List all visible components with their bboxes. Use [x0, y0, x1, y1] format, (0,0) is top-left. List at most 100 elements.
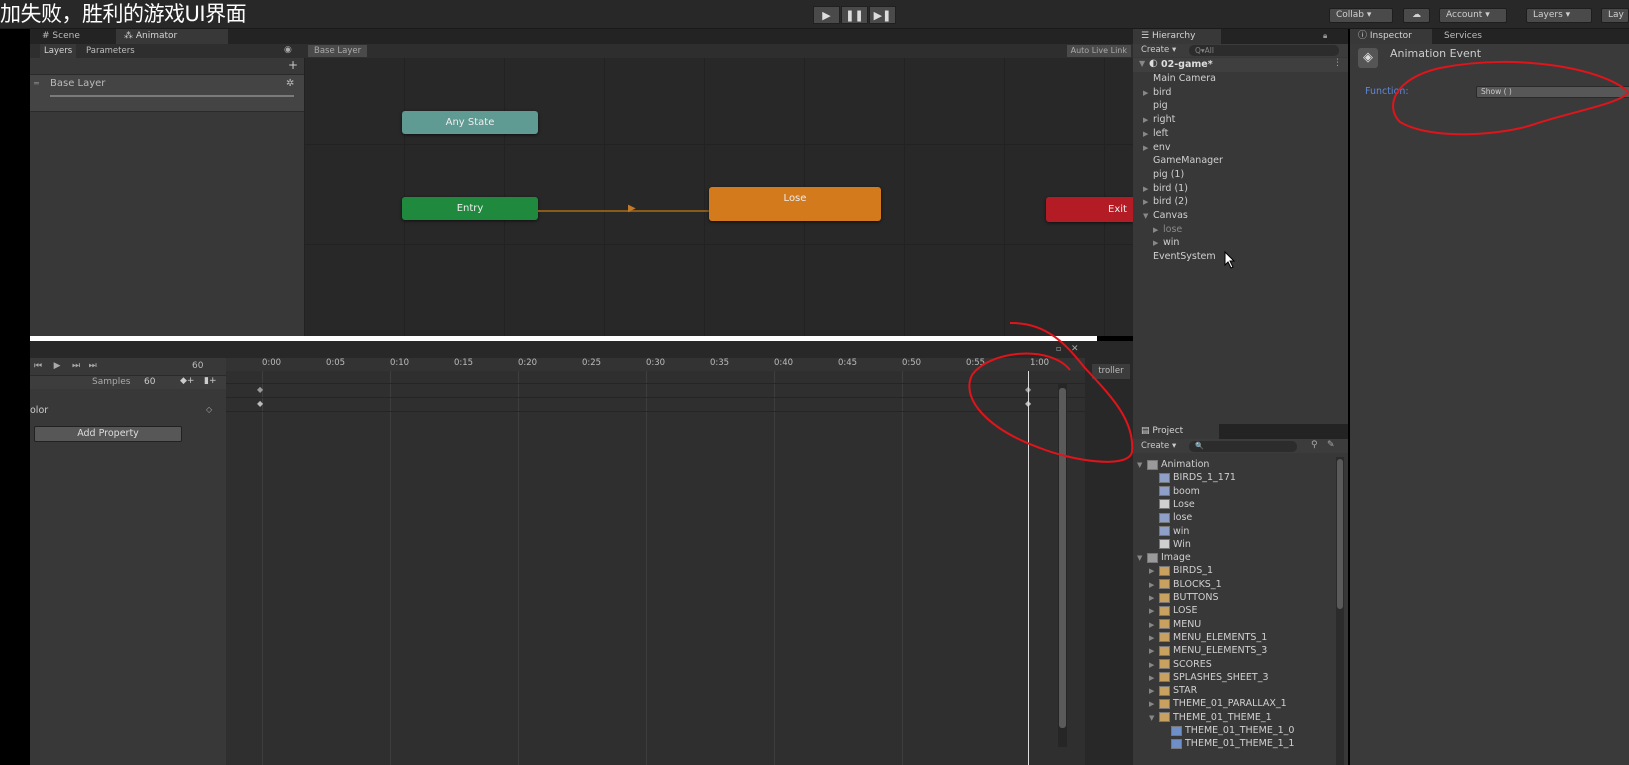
hierarchy-item[interactable]: ▶ lose	[1133, 223, 1333, 236]
expand-arrow-icon[interactable]: ▶	[1149, 565, 1159, 578]
breadcrumb[interactable]: Base Layer	[308, 45, 368, 57]
next-frame-icon[interactable]: ⏭	[72, 361, 80, 371]
layout-dropdown[interactable]: Lay	[1601, 8, 1629, 23]
project-item[interactable]: ▶ MENU_ELEMENTS_3	[1133, 644, 1267, 657]
expand-arrow-icon[interactable]: ▶	[1149, 645, 1159, 658]
state-exit[interactable]: Exit	[1046, 197, 1133, 222]
playhead-line[interactable]	[1028, 371, 1029, 765]
tab-animator[interactable]: ⁂ Animator	[116, 29, 228, 44]
create-dropdown[interactable]: Create ▾	[1141, 441, 1176, 451]
expand-arrow-icon[interactable]: ▶	[1153, 224, 1163, 237]
expand-arrow-icon[interactable]: ▶	[1149, 579, 1159, 592]
eye-icon[interactable]: ◉	[284, 45, 292, 55]
hierarchy-item[interactable]: ▶ left	[1133, 127, 1333, 140]
expand-arrow-icon[interactable]: ▶	[1149, 592, 1159, 605]
expand-arrow-icon[interactable]: ▼	[1137, 552, 1147, 565]
project-item[interactable]: ▶ BIRDS_1	[1133, 564, 1213, 577]
hierarchy-item[interactable]: ▶ right	[1133, 113, 1333, 126]
keyframe-icon[interactable]: ◆	[257, 385, 263, 394]
tab-controller[interactable]: troller	[1092, 364, 1130, 379]
search-input[interactable]: Q▾All	[1189, 45, 1339, 56]
tab-project[interactable]: ▤ Project	[1133, 424, 1219, 439]
layer-row[interactable]: ═ Base Layer ✲	[30, 74, 304, 112]
project-item[interactable]: ▶ SPLASHES_SHEET_3	[1133, 671, 1269, 684]
filter-icon[interactable]: ⚲	[1311, 440, 1318, 450]
tab-scene[interactable]: # Scene	[34, 29, 88, 44]
scene-row[interactable]: ▼ ◐ 02-game* ⋮	[1133, 58, 1348, 72]
project-search-input[interactable]: 🔍	[1189, 441, 1297, 452]
project-item[interactable]: ▶ LOSE	[1133, 604, 1197, 617]
expand-arrow-icon[interactable]: ▶	[1143, 114, 1153, 127]
project-item[interactable]: lose	[1133, 511, 1192, 524]
project-item[interactable]: ▼ Animation	[1133, 458, 1209, 471]
project-item[interactable]: BIRDS_1_171	[1133, 471, 1236, 484]
project-item[interactable]: win	[1133, 525, 1189, 538]
state-any-state[interactable]: Any State	[402, 111, 538, 134]
function-dropdown[interactable]: Show ( )	[1476, 86, 1629, 98]
state-entry[interactable]: Entry	[402, 197, 538, 220]
project-item[interactable]: Lose	[1133, 498, 1195, 511]
scrollbar-thumb[interactable]	[1059, 388, 1066, 728]
add-event-icon[interactable]: ▮+	[204, 376, 217, 386]
play-icon[interactable]: ▶	[54, 361, 61, 371]
expand-arrow-icon[interactable]: ▼	[1139, 59, 1145, 68]
collab-dropdown[interactable]: Collab ▾	[1329, 8, 1393, 23]
project-item[interactable]: ▶ BUTTONS	[1133, 591, 1219, 604]
pause-button[interactable]: ❚❚	[841, 6, 868, 24]
vertical-scrollbar[interactable]	[1058, 384, 1067, 747]
hierarchy-item[interactable]: GameManager	[1133, 154, 1333, 167]
hierarchy-item[interactable]: pig	[1133, 99, 1333, 112]
drag-handle-icon[interactable]: ═	[34, 79, 39, 88]
last-frame-icon[interactable]: ⏭	[89, 361, 97, 371]
animator-graph[interactable]: Base Layer Auto Live Link Any State Entr…	[304, 44, 1133, 336]
scrollbar-thumb[interactable]	[1337, 459, 1343, 609]
expand-arrow-icon[interactable]: ▶	[1153, 237, 1163, 250]
project-item[interactable]: ▶ MENU_ELEMENTS_1	[1133, 631, 1267, 644]
state-lose[interactable]: Lose	[709, 187, 881, 221]
expand-arrow-icon[interactable]: ▶	[1143, 196, 1153, 209]
project-item[interactable]: Win	[1133, 538, 1191, 551]
play-button[interactable]: ▶	[813, 6, 840, 24]
expand-arrow-icon[interactable]: ▼	[1149, 712, 1159, 725]
hierarchy-item[interactable]: Main Camera	[1133, 72, 1333, 85]
lock-icon[interactable]: 🔒︎	[1323, 31, 1327, 41]
project-item[interactable]: ▶ THEME_01_PARALLAX_1	[1133, 697, 1287, 710]
layer-weight-slider[interactable]	[50, 95, 294, 97]
hierarchy-item[interactable]: ▶ bird (1)	[1133, 182, 1333, 195]
hierarchy-item[interactable]: ▶ bird (2)	[1133, 195, 1333, 208]
first-frame-icon[interactable]: ⏮	[34, 361, 42, 371]
hierarchy-item[interactable]: ▼ Canvas	[1133, 209, 1333, 222]
keyframe-icon[interactable]: ◆	[257, 399, 263, 408]
layers-dropdown[interactable]: Layers ▾	[1526, 8, 1592, 23]
add-keyframe-icon[interactable]: ◆+	[180, 376, 194, 386]
create-dropdown[interactable]: Create ▾	[1141, 45, 1176, 55]
maximize-icon[interactable]: ▫	[1056, 344, 1061, 353]
expand-arrow-icon[interactable]: ▶	[1149, 605, 1159, 618]
project-item[interactable]: ▶ SCORES	[1133, 658, 1212, 671]
frame-field[interactable]: 60	[192, 361, 203, 371]
tab-services[interactable]: Services	[1436, 29, 1490, 44]
step-button[interactable]: ▶❚	[869, 6, 896, 24]
close-icon[interactable]: ✕	[1071, 344, 1079, 354]
hierarchy-item[interactable]: ▶ bird	[1133, 86, 1333, 99]
dopesheet[interactable]: 0:00 0:05 0:10 0:15 0:20 0:25 0:30 0:35 …	[226, 344, 1085, 765]
expand-arrow-icon[interactable]: ▶	[1149, 698, 1159, 711]
gear-icon[interactable]: ✲	[286, 78, 294, 89]
project-item[interactable]: ▶ MENU	[1133, 618, 1201, 631]
tab-layers[interactable]: Layers	[40, 44, 77, 58]
keyframe-diamond-icon[interactable]: ◇	[206, 405, 212, 414]
project-item[interactable]: THEME_01_THEME_1_1	[1133, 737, 1294, 750]
expand-arrow-icon[interactable]: ▶	[1149, 672, 1159, 685]
expand-arrow-icon[interactable]: ▶	[1143, 142, 1153, 155]
project-item[interactable]: ▶ STAR	[1133, 684, 1197, 697]
cloud-button[interactable]: ☁	[1403, 8, 1430, 23]
hierarchy-item[interactable]: ▶ env	[1133, 141, 1333, 154]
project-scrollbar[interactable]	[1336, 457, 1344, 765]
samples-input[interactable]: 60	[144, 377, 155, 387]
tab-inspector[interactable]: ⓘ Inspector	[1350, 29, 1432, 44]
label-icon[interactable]: ✎	[1327, 440, 1335, 450]
expand-arrow-icon[interactable]: ▶	[1149, 632, 1159, 645]
menu-icon[interactable]: ⋮	[1333, 58, 1342, 68]
expand-arrow-icon[interactable]: ▶	[1143, 87, 1153, 100]
timeline-ruler[interactable]: 0:00 0:05 0:10 0:15 0:20 0:25 0:30 0:35 …	[226, 358, 1085, 371]
